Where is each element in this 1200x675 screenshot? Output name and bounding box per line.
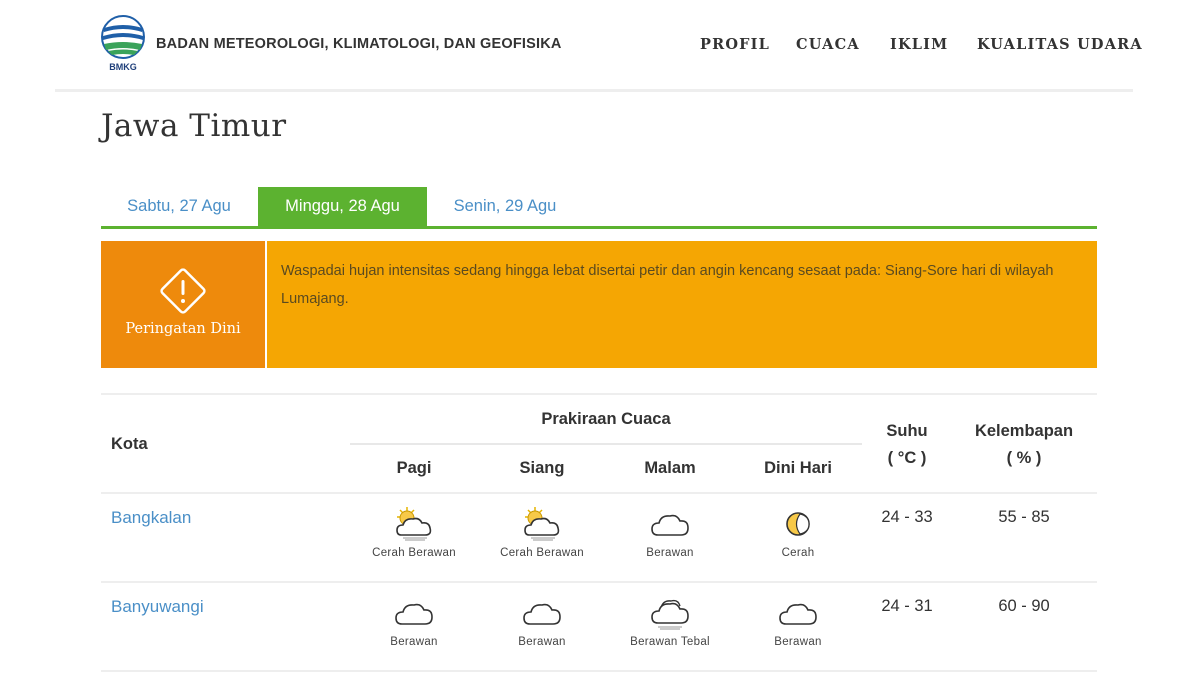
forecast-cell: Cerah (734, 505, 862, 559)
warning-label: Peringatan Dini (125, 321, 241, 337)
forecast-label: Berawan Tebal (630, 636, 710, 648)
cloud-icon (651, 514, 689, 536)
forecast-header-divider (350, 443, 862, 445)
early-warning-box: Peringatan Dini Waspadai hujan intensita… (101, 241, 1097, 368)
tab-sabtu[interactable]: Sabtu, 27 Agu (101, 187, 257, 226)
org-name: BADAN METEOROLOGI, KLIMATOLOGI, DAN GEOF… (156, 36, 562, 52)
moon-icon (786, 512, 810, 536)
cloud-icon (395, 603, 433, 625)
col-header-siang: Siang (519, 459, 565, 477)
city-link-banyuwangi[interactable]: Banyuwangi (111, 597, 204, 617)
forecast-cell: Cerah Berawan (350, 505, 478, 559)
humidity-value: 60 - 90 (998, 597, 1050, 615)
forecast-cell: Berawan (734, 594, 862, 648)
col-header-temp-unit: ( °C ) (887, 449, 927, 467)
col-header-pagi: Pagi (396, 459, 432, 477)
main-nav: PROFIL CUACA IKLIM KUALITAS UDARA (700, 36, 1200, 56)
col-header-malam: Malam (644, 459, 696, 477)
site-header: BMKG BADAN METEOROLOGI, KLIMATOLOGI, DAN… (0, 0, 1200, 90)
col-header-forecast: Prakiraan Cuaca (541, 410, 671, 428)
partly-cloudy-sun-icon (524, 507, 560, 541)
col-header-humidity-unit: ( % ) (1006, 449, 1042, 467)
forecast-cell: Berawan (350, 594, 478, 648)
partly-cloudy-sun-icon (396, 507, 432, 541)
tab-senin[interactable]: Senin, 29 Agu (429, 187, 581, 226)
bmkg-logo[interactable]: BMKG (100, 14, 146, 74)
forecast-label: Cerah Berawan (500, 547, 584, 559)
col-header-temp: Suhu (886, 422, 928, 440)
warning-icon (160, 268, 206, 314)
forecast-label: Berawan (646, 547, 694, 559)
forecast-cell: Berawan Tebal (606, 594, 734, 648)
forecast-cell: Berawan (606, 505, 734, 559)
svg-text:BMKG: BMKG (109, 62, 137, 72)
city-link-bangkalan[interactable]: Bangkalan (111, 508, 191, 528)
forecast-label: Cerah Berawan (372, 547, 456, 559)
forecast-label: Berawan (390, 636, 438, 648)
temp-value: 24 - 33 (881, 508, 933, 526)
page-title: Jawa Timur (101, 108, 287, 144)
warning-text: Waspadai hujan intensitas sedang hingga … (281, 263, 1054, 307)
cloud-icon (779, 603, 817, 625)
overcast-cloud-icon (651, 599, 689, 630)
nav-profil[interactable]: PROFIL (700, 36, 770, 53)
forecast-label: Berawan (518, 636, 566, 648)
nav-kualitas-udara[interactable]: KUALITAS UDARA (977, 36, 1143, 53)
col-header-city: Kota (111, 435, 148, 453)
tab-minggu[interactable]: Minggu, 28 Agu (258, 187, 427, 226)
forecast-label: Berawan (774, 636, 822, 648)
row-divider (101, 670, 1097, 672)
col-header-dini-hari: Dini Hari (764, 459, 832, 477)
row-divider (101, 581, 1097, 583)
nav-cuaca[interactable]: CUACA (796, 36, 860, 53)
forecast-cell: Berawan (478, 594, 606, 648)
col-header-humidity: Kelembapan (974, 422, 1074, 440)
header-divider (55, 89, 1133, 92)
forecast-cell: Cerah Berawan (478, 505, 606, 559)
table-top-border (101, 393, 1097, 395)
row-divider (101, 492, 1097, 494)
nav-iklim[interactable]: IKLIM (890, 36, 948, 53)
warning-label-panel: Peringatan Dini (101, 241, 267, 368)
tabs-underline (101, 226, 1097, 229)
cloud-icon (523, 603, 561, 625)
forecast-label: Cerah (781, 547, 815, 559)
temp-value: 24 - 31 (881, 597, 933, 615)
humidity-value: 55 - 85 (998, 508, 1050, 526)
date-tabs: Sabtu, 27 Agu Minggu, 28 Agu Senin, 29 A… (101, 187, 1097, 228)
